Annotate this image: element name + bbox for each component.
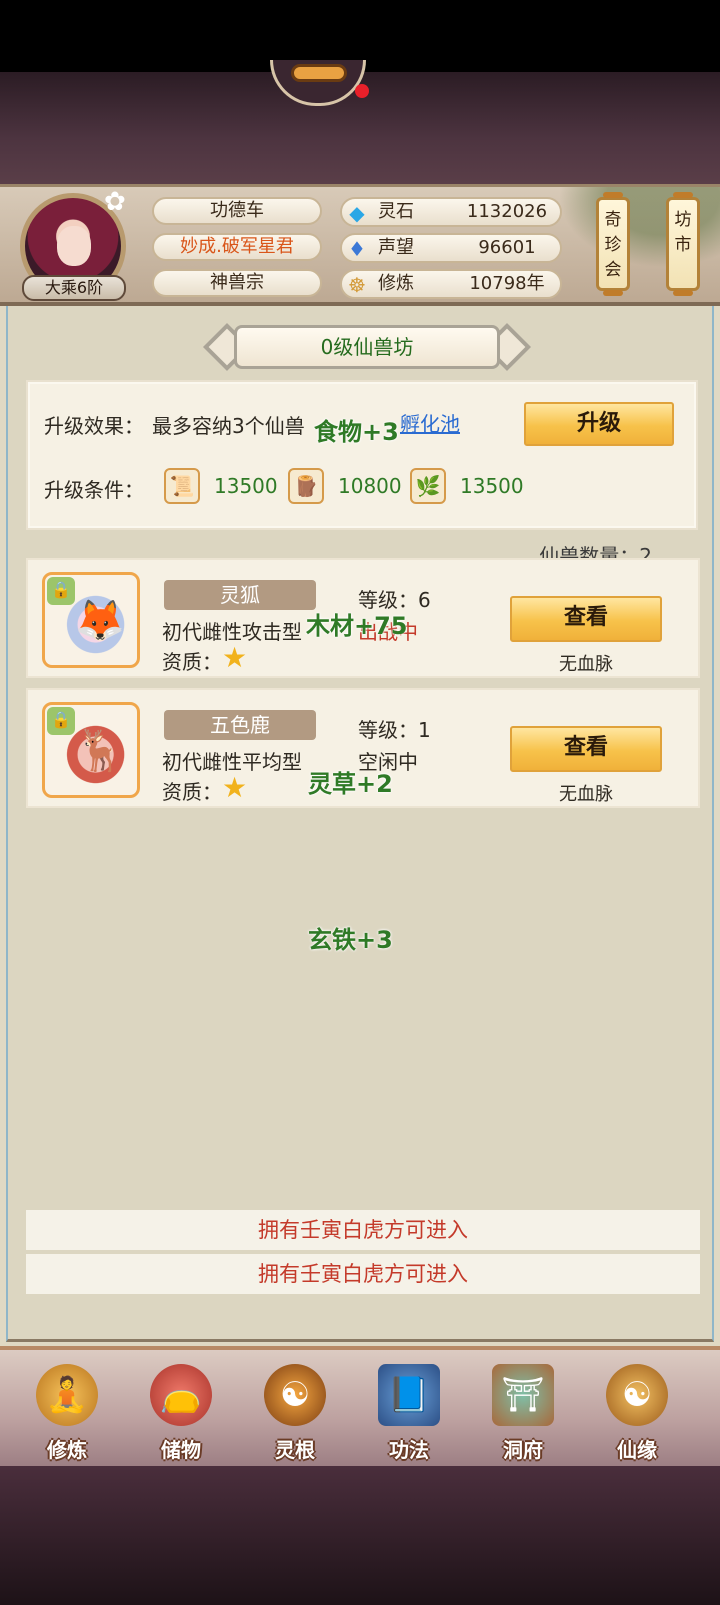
scroll-treasure-fair[interactable]: 奇珍会 <box>596 192 630 296</box>
gourd-icon: ☯ <box>606 1364 668 1426</box>
beast-name: 灵狐 <box>164 580 316 610</box>
title-pill-1[interactable]: 功德车 <box>152 197 322 225</box>
nav-fate[interactable]: ☯ 仙缘 <box>592 1364 682 1468</box>
scroll-market[interactable]: 坊市 <box>666 192 700 296</box>
float-herb: 灵草+2 <box>308 770 393 798</box>
nav-storage[interactable]: 👝 储物 <box>136 1364 226 1468</box>
palace-icon: ⛩ <box>492 1364 554 1426</box>
title-pill-3[interactable]: 神兽宗 <box>152 269 322 297</box>
notice-2[interactable]: 拥有壬寅白虎方可进入 <box>26 1254 700 1294</box>
upgrade-cond-label: 升级条件： <box>44 478 144 502</box>
notice-1[interactable]: 拥有壬寅白虎方可进入 <box>26 1210 700 1250</box>
star-icon: ★ <box>222 641 248 674</box>
view-button[interactable]: 查看 <box>510 726 662 772</box>
nav-technique[interactable]: 📘 功法 <box>364 1364 454 1468</box>
herb-icon: 🌿 <box>410 468 446 504</box>
fox-portrait[interactable]: 🔒 🦊 <box>42 572 140 668</box>
float-food: 食物+3 <box>314 418 399 446</box>
wood-icon: 🪵 <box>288 468 324 504</box>
stat-cultivation: ☸ 修炼 10798年 <box>340 269 562 299</box>
scroll-market-label: 坊市 <box>674 210 692 255</box>
page-title: 0级仙兽坊 <box>202 322 532 372</box>
bloodline-text: 无血脉 <box>559 654 613 675</box>
quality-label: 资质： <box>162 780 222 804</box>
bottom-nav: 🧘 修炼 👝 储物 ☯ 灵根 📘 功法 ⛩ 洞府 ☯ 仙缘 <box>0 1346 720 1466</box>
book-icon: 📜 <box>164 468 200 504</box>
nav-spirit-root[interactable]: ☯ 灵根 <box>250 1364 340 1468</box>
bloodline-text: 无血脉 <box>559 784 613 805</box>
rank-plate: 大乘6阶 <box>22 275 126 301</box>
star-icon: ★ <box>222 771 248 804</box>
stat-spirit-stone: ◆ 灵石 1132026 <box>340 197 562 227</box>
upgrade-effect-text: 最多容纳3个仙兽 <box>152 414 305 438</box>
reputation-crystal-icon: ♦ <box>348 237 366 261</box>
upgrade-box: 升级效果： 最多容纳3个仙兽 孵化池 升级 升级条件： 📜 13500 🪵 10… <box>26 380 698 530</box>
bag-icon: 👝 <box>150 1364 212 1426</box>
bottom-banner <box>0 1466 720 1605</box>
beast-name: 五色鹿 <box>164 710 316 740</box>
deer-icon: 🦌 <box>75 728 125 774</box>
hatch-pool-link[interactable]: 孵化池 <box>400 408 460 437</box>
monk-icon: 🧘 <box>36 1364 98 1426</box>
spirit-stone-icon: ◆ <box>349 201 365 225</box>
float-wood: 木材+75 <box>306 612 408 640</box>
beast-level: 等级：1 <box>358 718 431 742</box>
notification-dot <box>355 84 369 98</box>
nav-cave[interactable]: ⛩ 洞府 <box>478 1364 568 1468</box>
float-iron: 玄铁+3 <box>308 926 393 954</box>
upgrade-button[interactable]: 升级 <box>524 402 674 446</box>
main-panel: 0级仙兽坊 升级效果： 最多容纳3个仙兽 孵化池 升级 升级条件： 📜 1350… <box>0 306 720 1346</box>
upgrade-effect-label: 升级效果： <box>44 414 144 438</box>
fox-icon: 🦊 <box>75 598 125 644</box>
deer-portrait[interactable]: 🔒 🦌 <box>42 702 140 798</box>
spirit-root-icon: ☯ <box>264 1364 326 1426</box>
lock-icon: 🔒 <box>47 577 75 605</box>
player-header: ✿ 大乘6阶 功德车 妙成.破军星君 神兽宗 ◆ 灵石 1132026 ♦ 声望… <box>0 184 720 306</box>
nav-cultivate[interactable]: 🧘 修炼 <box>22 1364 112 1468</box>
scroll-treasure-fair-label: 奇珍会 <box>604 210 622 280</box>
view-button[interactable]: 查看 <box>510 596 662 642</box>
book-icon: 📘 <box>378 1364 440 1426</box>
meditation-icon: ☸ <box>348 273 366 297</box>
stat-reputation: ♦ 声望 96601 <box>340 233 562 263</box>
quality-label: 资质： <box>162 650 222 674</box>
lock-icon: 🔒 <box>47 707 75 735</box>
title-pill-2[interactable]: 妙成.破军星君 <box>152 233 322 261</box>
